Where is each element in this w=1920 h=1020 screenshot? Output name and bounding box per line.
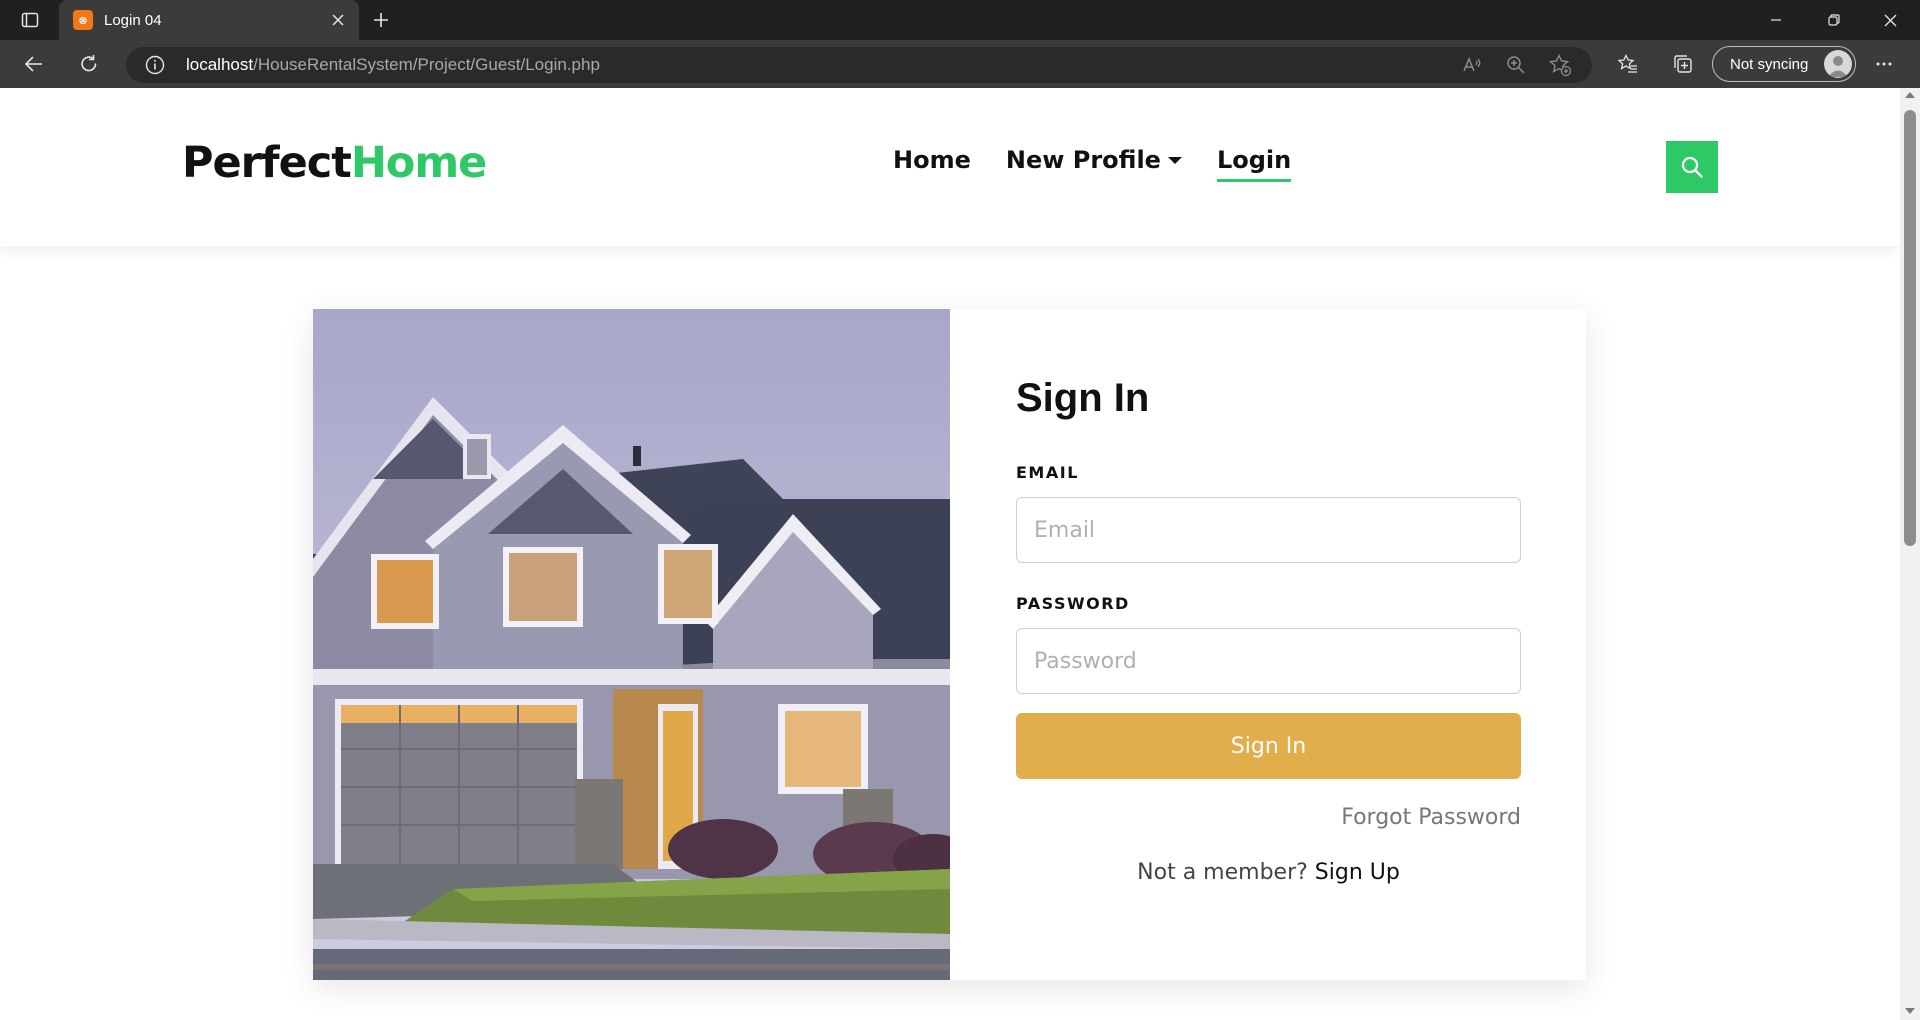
- site-info-icon[interactable]: [144, 54, 166, 76]
- tab-title: Login 04: [104, 11, 162, 29]
- tab-close-icon[interactable]: [323, 5, 353, 35]
- not-member-text: Not a member?: [1137, 860, 1308, 885]
- close-window-icon[interactable]: [1862, 0, 1918, 40]
- signup-link[interactable]: Sign Up: [1315, 860, 1400, 885]
- minimize-icon[interactable]: [1748, 0, 1804, 40]
- brand-part1: Perfect: [182, 138, 352, 188]
- dropdown-caret-icon: [1167, 156, 1182, 164]
- password-field[interactable]: [1016, 628, 1521, 694]
- nav-home[interactable]: Home: [893, 146, 971, 174]
- url-host: localhost: [186, 55, 254, 74]
- house-photo: [313, 309, 950, 980]
- search-button[interactable]: [1666, 141, 1718, 193]
- avatar: [1824, 50, 1852, 78]
- collections-icon[interactable]: [1665, 48, 1701, 80]
- page-scrollbar[interactable]: [1900, 88, 1920, 1020]
- sync-label: Not syncing: [1730, 55, 1809, 73]
- address-bar[interactable]: localhost/HouseRentalSystem/Project/Gues…: [126, 47, 1592, 83]
- search-icon: [1681, 156, 1703, 178]
- email-field[interactable]: [1016, 497, 1521, 563]
- signup-prompt: Not a member? Sign Up: [1016, 860, 1521, 885]
- url-path: /HouseRentalSystem/Project/Guest/Login.p…: [253, 55, 600, 74]
- email-label: EMAIL: [1016, 463, 1079, 482]
- zoom-icon[interactable]: [1503, 52, 1529, 78]
- read-aloud-icon[interactable]: [1459, 52, 1485, 78]
- signin-button[interactable]: Sign In: [1016, 713, 1521, 779]
- tab-actions-icon[interactable]: [14, 9, 46, 31]
- login-card: Sign In EMAIL PASSWORD Sign In Forgot Pa…: [313, 309, 1586, 980]
- forgot-password-link[interactable]: Forgot Password: [1341, 805, 1521, 830]
- main-nav: Home New Profile Login: [893, 146, 1326, 182]
- restore-icon[interactable]: [1806, 0, 1862, 40]
- nav-new-profile-label: New Profile: [1005, 146, 1161, 174]
- more-menu-icon[interactable]: [1866, 48, 1902, 80]
- scroll-down-icon[interactable]: [1905, 1008, 1915, 1014]
- page-viewport: PerfectHome Home New Profile Login Sign …: [0, 88, 1900, 1020]
- scroll-thumb[interactable]: [1904, 110, 1916, 546]
- new-tab-icon[interactable]: [366, 6, 396, 34]
- back-icon[interactable]: [16, 48, 52, 80]
- nav-login[interactable]: Login: [1216, 146, 1292, 182]
- browser-toolbar: localhost/HouseRentalSystem/Project/Gues…: [0, 40, 1920, 88]
- browser-tab[interactable]: ⊗ Login 04: [59, 0, 359, 40]
- nav-new-profile[interactable]: New Profile: [1006, 146, 1182, 174]
- brand-part2: Home: [350, 138, 487, 188]
- profile-sync-button[interactable]: Not syncing: [1712, 46, 1856, 82]
- add-favorite-icon[interactable]: [1547, 52, 1573, 78]
- xampp-favicon-icon: ⊗: [73, 10, 93, 30]
- reload-icon[interactable]: [71, 48, 107, 80]
- signin-form: Sign In EMAIL PASSWORD Sign In Forgot Pa…: [1016, 309, 1521, 980]
- scroll-up-icon[interactable]: [1905, 92, 1915, 98]
- password-label: PASSWORD: [1016, 594, 1130, 613]
- favorites-icon[interactable]: [1610, 48, 1646, 80]
- browser-tab-bar: ⊗ Login 04: [0, 0, 1920, 40]
- brand-logo[interactable]: PerfectHome: [182, 138, 487, 188]
- url-text[interactable]: localhost/HouseRentalSystem/Project/Gues…: [186, 55, 600, 75]
- site-header: PerfectHome Home New Profile Login: [0, 88, 1900, 246]
- signin-title: Sign In: [1016, 376, 1150, 420]
